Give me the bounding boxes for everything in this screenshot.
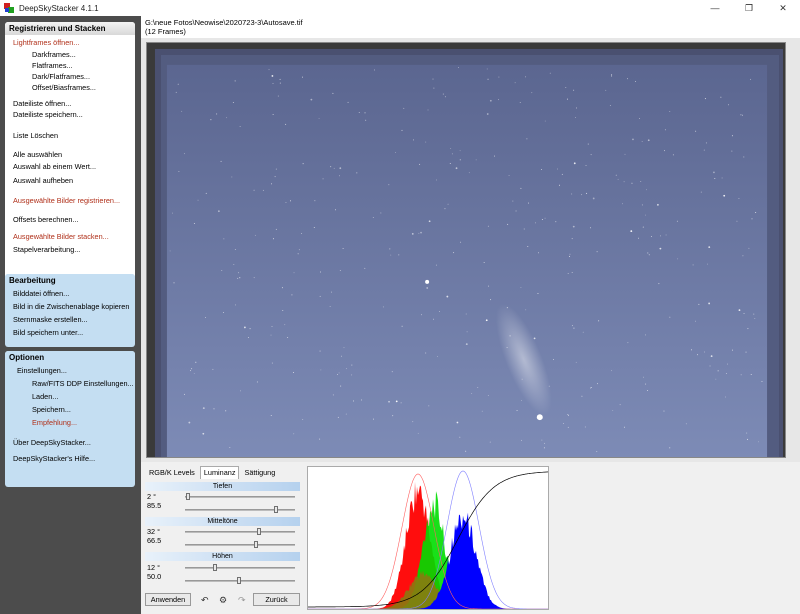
highlights-level-thumb[interactable]: [237, 577, 241, 584]
histogram: [307, 466, 549, 610]
group-processing: Bearbeitung Bilddatei öffnen... Bild in …: [5, 274, 135, 347]
register-selected-link[interactable]: Ausgewählte Bilder registrieren...: [13, 196, 120, 206]
clear-list-link[interactable]: Liste Löschen: [13, 131, 58, 141]
midtones-angle-thumb[interactable]: [256, 528, 261, 535]
batch-processing-link[interactable]: Stapelverarbeitung...: [13, 245, 80, 255]
shadows-level-value: 85.5: [147, 501, 162, 510]
histogram-plot: [308, 470, 549, 610]
shadows-angle-value: 2 °: [147, 492, 157, 501]
apply-button[interactable]: Anwenden: [145, 593, 191, 606]
recommendation-link[interactable]: Empfehlung...: [32, 418, 77, 428]
save-filelist-link[interactable]: Dateiliste speichern...: [13, 110, 83, 120]
group-title-options: Optionen: [5, 351, 135, 364]
darkframes-link[interactable]: Darkframes...: [32, 50, 76, 60]
save-image-as-link[interactable]: Bild speichern unter...: [13, 328, 83, 338]
file-path: G:\neue Fotos\Neowise\2020723-3\Autosave…: [145, 18, 303, 27]
create-starmask-link[interactable]: Sternmaske erstellen...: [13, 315, 88, 325]
title-bar: DeepSkyStacker 4.1.1 — ❐ ✕: [0, 0, 800, 16]
highlights-angle-track[interactable]: [185, 564, 295, 571]
settings-link[interactable]: Einstellungen...: [17, 366, 67, 376]
help-link[interactable]: DeepSkyStacker's Hilfe...: [13, 454, 95, 464]
stacked-image[interactable]: [146, 42, 786, 458]
highlights-level-value: 50.0: [147, 572, 162, 581]
shadows-header: Tiefen: [145, 482, 300, 491]
shadows-angle-track[interactable]: [185, 493, 295, 500]
group-options: Optionen Einstellungen... Raw/FITS DDP E…: [5, 351, 135, 487]
save-settings-link[interactable]: Speichern...: [32, 405, 71, 415]
redo-icon[interactable]: ↷: [238, 594, 246, 606]
close-button[interactable]: ✕: [766, 0, 800, 16]
undo-icon[interactable]: ↶: [201, 594, 209, 606]
open-filelist-link[interactable]: Dateiliste öffnen...: [13, 99, 71, 109]
window-title: DeepSkyStacker 4.1.1: [19, 3, 99, 13]
adjustment-tabs: RGB/K Levels Luminanz Sättigung: [145, 466, 280, 479]
offset-biasframes-link[interactable]: Offset/Biasframes...: [32, 83, 96, 93]
stack-selected-link[interactable]: Ausgewählte Bilder stacken...: [13, 232, 109, 242]
back-button[interactable]: Zurück: [253, 593, 300, 606]
sky-image: [147, 43, 785, 457]
image-view: [141, 38, 800, 462]
deselect-link[interactable]: Auswahl aufheben: [13, 176, 73, 186]
bright-star: [425, 279, 430, 284]
about-link[interactable]: Über DeepSkyStacker...: [13, 438, 91, 448]
tab-saturation[interactable]: Sättigung: [240, 466, 279, 479]
midtones-level-thumb[interactable]: [254, 541, 259, 548]
shadows-angle-thumb[interactable]: [186, 493, 191, 500]
midtones-angle-track[interactable]: [185, 528, 295, 535]
highlights-angle-thumb[interactable]: [213, 564, 218, 571]
open-lightframes-link[interactable]: Lightframes öffnen...: [13, 38, 79, 48]
select-all-link[interactable]: Alle auswählen: [13, 150, 62, 160]
shadows-level-track[interactable]: [185, 506, 295, 513]
flatframes-link[interactable]: Flatframes...: [32, 61, 73, 71]
app-logo-icon: [4, 3, 14, 13]
file-path-header: G:\neue Fotos\Neowise\2020723-3\Autosave…: [141, 16, 800, 38]
shadows-level-thumb[interactable]: [273, 506, 278, 513]
group-title-register-stack: Registrieren und Stacken: [5, 22, 135, 35]
group-register-stack: Registrieren und Stacken Lightframes öff…: [5, 22, 135, 280]
open-image-link[interactable]: Bilddatei öffnen...: [13, 289, 69, 299]
select-by-value-link[interactable]: Auswahl ab einem Wert...: [13, 162, 96, 172]
luminance-panel: Tiefen 2 ° 85.5 Mitteltöne 32 ° 66.5 Höh…: [145, 479, 300, 609]
highlights-header: Höhen: [145, 552, 300, 561]
maximize-button[interactable]: ❐: [732, 0, 766, 16]
midtones-angle-value: 32 °: [147, 527, 161, 536]
group-title-processing: Bearbeitung: [5, 274, 135, 287]
midtones-level-track[interactable]: [185, 541, 295, 548]
tab-rgbk-levels[interactable]: RGB/K Levels: [145, 466, 199, 479]
midtones-header: Mitteltöne: [145, 517, 300, 526]
copy-clipboard-link[interactable]: Bild in die Zwischenablage kopieren: [13, 302, 129, 312]
load-settings-link[interactable]: Laden...: [32, 392, 58, 402]
tab-luminance[interactable]: Luminanz: [199, 466, 240, 479]
sidebar: Registrieren und Stacken Lightframes öff…: [0, 16, 141, 614]
midtones-level-value: 66.5: [147, 536, 162, 545]
highlights-angle-value: 12 °: [147, 563, 161, 572]
minimize-button[interactable]: —: [698, 0, 732, 16]
raw-fits-settings-link[interactable]: Raw/FITS DDP Einstellungen...: [32, 379, 134, 389]
gear-icon[interactable]: ⚙: [219, 594, 227, 606]
frame-count: (12 Frames): [145, 27, 186, 36]
highlights-level-track[interactable]: [185, 577, 295, 584]
compute-offsets-link[interactable]: Offsets berechnen...: [13, 215, 79, 225]
dark-flatframes-link[interactable]: Dark/Flatframes...: [32, 72, 90, 82]
